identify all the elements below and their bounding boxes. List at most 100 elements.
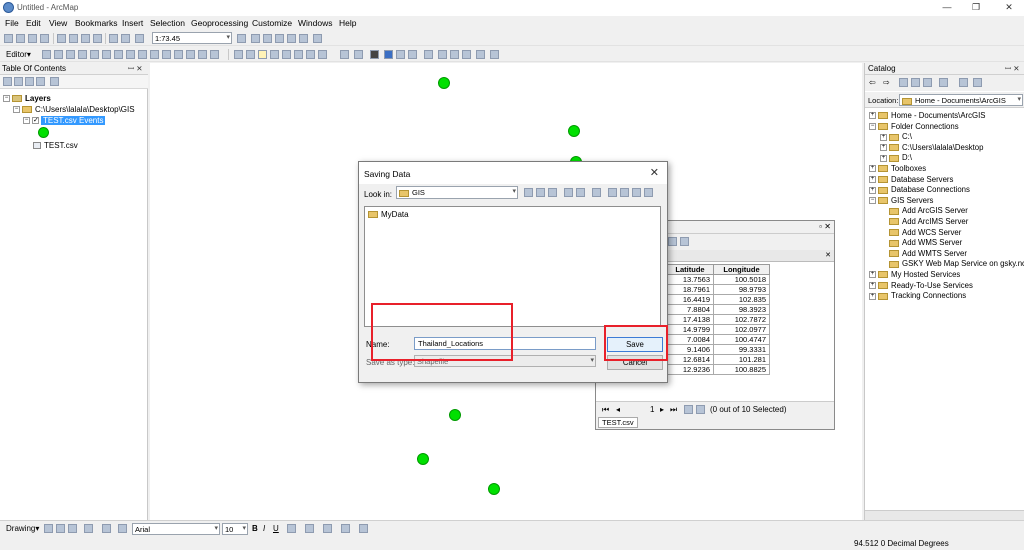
zoom-in-icon[interactable] xyxy=(234,50,243,59)
edit-vertices-icon[interactable] xyxy=(118,524,127,533)
menu-view[interactable]: View xyxy=(49,18,67,28)
geodatabase-icon[interactable] xyxy=(644,188,653,197)
table-window-close-icon[interactable]: ✕ xyxy=(824,222,831,231)
dialog-close-button[interactable]: ✕ xyxy=(650,166,659,179)
text-tool-icon[interactable] xyxy=(102,524,111,533)
catalog-item[interactable]: Add ArcGIS Server xyxy=(880,206,968,215)
catalog-item[interactable]: + Ready-To-Use Services xyxy=(869,281,973,290)
underline-button[interactable]: U xyxy=(273,524,279,533)
cut-icon[interactable] xyxy=(57,34,66,43)
sketch-props-icon[interactable] xyxy=(126,50,135,59)
paste-icon[interactable] xyxy=(81,34,90,43)
save-icon[interactable] xyxy=(28,34,37,43)
connect-folder-icon[interactable] xyxy=(959,78,968,87)
restore-button[interactable]: ❐ xyxy=(969,2,983,13)
toc-options-icon[interactable] xyxy=(50,77,59,86)
toc-window-icon[interactable] xyxy=(251,34,260,43)
create-features-icon[interactable] xyxy=(138,50,147,59)
find-icon[interactable] xyxy=(438,50,447,59)
select-by-rect-icon[interactable] xyxy=(340,50,349,59)
table-node[interactable]: TEST.csv xyxy=(33,141,78,150)
editor-extra-icon[interactable] xyxy=(162,50,171,59)
drawing-menu[interactable]: Drawing▾ xyxy=(6,524,39,533)
toggle-contents-icon[interactable] xyxy=(548,188,557,197)
expand-icon[interactable]: + xyxy=(869,186,876,194)
events-layer-node[interactable]: − ✓ TEST.csv Events xyxy=(23,116,106,125)
view-list-icon[interactable] xyxy=(564,188,573,197)
menu-customize[interactable]: Customize xyxy=(252,18,292,28)
expand-icon[interactable]: + xyxy=(880,144,887,152)
first-record-icon[interactable]: ⏮ xyxy=(602,405,609,415)
expand-icon[interactable]: + xyxy=(880,133,887,141)
undo-icon[interactable] xyxy=(109,34,118,43)
catalog-window-icon[interactable] xyxy=(263,34,272,43)
catalog-pin-close[interactable]: ꟷ ✕ xyxy=(1005,64,1019,74)
rotate-tool-icon[interactable] xyxy=(102,50,111,59)
catalog-item[interactable]: Add WCS Server xyxy=(880,228,961,237)
select-elements-icon[interactable] xyxy=(370,50,379,59)
shadow-color-icon[interactable] xyxy=(359,524,368,533)
font-select[interactable]: Arial ▾ xyxy=(132,523,220,535)
fill-color-icon[interactable] xyxy=(305,524,314,533)
expand-icon[interactable]: + xyxy=(869,176,876,184)
expand-icon[interactable]: + xyxy=(869,165,876,173)
trace-tool-icon[interactable] xyxy=(78,50,87,59)
editor-toolbar-icon[interactable] xyxy=(237,34,246,43)
time-slider-icon[interactable] xyxy=(476,50,485,59)
table-row[interactable]: 17.4138 102.7872 xyxy=(666,314,770,325)
marker-color-icon[interactable] xyxy=(341,524,350,533)
layers-node[interactable]: − Layers xyxy=(3,94,51,103)
editor-extra5-icon[interactable] xyxy=(210,50,219,59)
layer-visibility-checkbox[interactable]: ✓ xyxy=(32,117,39,125)
split-tool-icon[interactable] xyxy=(90,50,99,59)
table-row[interactable]: 12.6814 101.281 xyxy=(666,354,770,365)
map-point[interactable] xyxy=(488,483,500,495)
table-tab-test-csv[interactable]: TEST.csv xyxy=(598,417,638,428)
last-record-icon[interactable]: ⏭ xyxy=(670,405,677,415)
attributes-icon[interactable] xyxy=(114,50,123,59)
zoom-out-icon[interactable] xyxy=(246,50,255,59)
map-point[interactable] xyxy=(438,77,450,89)
identify-icon[interactable] xyxy=(384,50,393,59)
collapse-icon[interactable]: − xyxy=(869,123,876,131)
font-color-icon[interactable] xyxy=(287,524,296,533)
delete-icon[interactable] xyxy=(93,34,102,43)
views-icon[interactable] xyxy=(939,78,948,87)
python-window-icon[interactable] xyxy=(299,34,308,43)
map-point[interactable] xyxy=(568,125,580,137)
catalog-item[interactable]: − Folder Connections xyxy=(869,122,959,131)
straight-segment-icon[interactable] xyxy=(66,50,75,59)
related-tables-icon[interactable] xyxy=(680,237,689,246)
sketch-tool-icon[interactable] xyxy=(54,50,63,59)
catalog-item[interactable]: + Home - Documents\ArcGIS xyxy=(869,111,985,120)
new-item-icon[interactable] xyxy=(620,188,629,197)
table-row[interactable]: 13.7563 100.5018 xyxy=(666,274,770,285)
table-window-restore-icon[interactable]: ▫ xyxy=(819,222,822,231)
open-icon[interactable] xyxy=(16,34,25,43)
menu-edit[interactable]: Edit xyxy=(26,18,41,28)
record-number[interactable]: 1 xyxy=(650,405,654,414)
list-by-visibility-icon[interactable] xyxy=(25,77,34,86)
menu-selection[interactable]: Selection xyxy=(150,18,185,28)
table-tab-close-icon[interactable]: ✕ xyxy=(825,251,831,259)
arctoolbox-icon[interactable] xyxy=(287,34,296,43)
table-row[interactable]: 14.9799 102.0977 xyxy=(666,324,770,335)
catalog-item[interactable]: Add WMTS Server xyxy=(880,249,967,258)
table-row[interactable]: 16.4419 102.835 xyxy=(666,294,770,305)
catalog-horizontal-scrollbar[interactable] xyxy=(865,510,1024,520)
forward-arrow-icon[interactable]: ⇨ xyxy=(883,78,890,87)
catalog-item[interactable]: + C:\Users\lalala\Desktop xyxy=(880,143,983,152)
home-folder-icon[interactable] xyxy=(536,188,545,197)
new-folder-icon[interactable] xyxy=(608,188,617,197)
menu-geoprocessing[interactable]: Geoprocessing xyxy=(191,18,248,28)
column-header-latitude[interactable]: Latitude xyxy=(666,264,714,275)
table-row[interactable]: 7.8804 98.3923 xyxy=(666,304,770,315)
expand-icon[interactable]: + xyxy=(869,271,876,279)
list-by-drawing-order-icon[interactable] xyxy=(3,77,12,86)
print-icon[interactable] xyxy=(40,34,49,43)
toc-pin-close[interactable]: ꟷ ✕ xyxy=(128,64,142,74)
catalog-item[interactable]: Add WMS Server xyxy=(880,238,962,247)
previous-record-icon[interactable]: ◂ xyxy=(616,405,620,414)
home-icon[interactable] xyxy=(911,78,920,87)
font-size-select[interactable]: 10 ▾ xyxy=(222,523,248,535)
